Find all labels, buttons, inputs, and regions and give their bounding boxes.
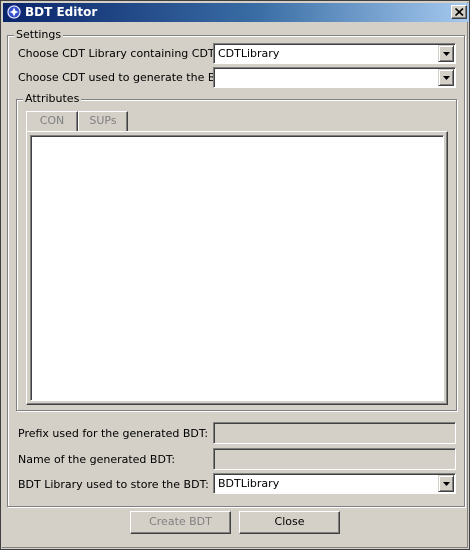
attributes-group-label: Attributes — [23, 92, 82, 106]
prefix-label: Prefix used for the generated BDT: — [18, 427, 209, 440]
close-icon — [455, 8, 464, 16]
cdt-dropdown-button[interactable] — [438, 69, 454, 86]
title-bar[interactable]: BDT Editor — [3, 3, 469, 22]
cdt-library-select[interactable]: CDTLibrary — [213, 43, 456, 64]
cdt-library-value: CDTLibrary — [218, 47, 280, 60]
window-close-button[interactable] — [451, 5, 467, 19]
prefix-field[interactable] — [213, 422, 456, 444]
bdt-name-field[interactable] — [213, 448, 456, 470]
bdt-name-label: Name of the generated BDT: — [18, 453, 176, 466]
close-label: Close — [274, 515, 305, 528]
cdt-select[interactable] — [213, 67, 456, 88]
bdt-library-value: BDTLibrary — [218, 477, 280, 490]
tab-con[interactable]: CON — [26, 111, 78, 132]
chevron-down-icon — [443, 52, 450, 56]
bdt-library-label: BDT Library used to store the BDT: — [18, 478, 209, 491]
bdt-library-select[interactable]: BDTLibrary — [213, 473, 456, 494]
tab-con-label: CON — [39, 114, 65, 127]
tab-sups[interactable]: SUPs — [78, 111, 128, 132]
bdt-editor-icon — [6, 4, 22, 20]
create-bdt-label: Create BDT — [149, 515, 212, 528]
attributes-list[interactable] — [30, 135, 444, 401]
chevron-down-icon — [443, 76, 450, 80]
cdt-label: Choose CDT used to generate the BDT: — [18, 71, 234, 84]
window-title: BDT Editor — [25, 5, 98, 19]
bdt-editor-window: BDT Editor Settings Choose CDT Library c… — [0, 0, 470, 550]
tab-sups-label: SUPs — [89, 114, 117, 127]
chevron-down-icon — [443, 482, 450, 486]
cdt-library-label: Choose CDT Library containing CDTs: — [18, 47, 223, 60]
close-button[interactable]: Close — [239, 511, 340, 534]
cdt-library-dropdown-button[interactable] — [438, 45, 454, 62]
settings-group-label: Settings — [14, 28, 64, 42]
bdt-library-dropdown-button[interactable] — [438, 475, 454, 492]
create-bdt-button[interactable]: Create BDT — [130, 511, 231, 534]
